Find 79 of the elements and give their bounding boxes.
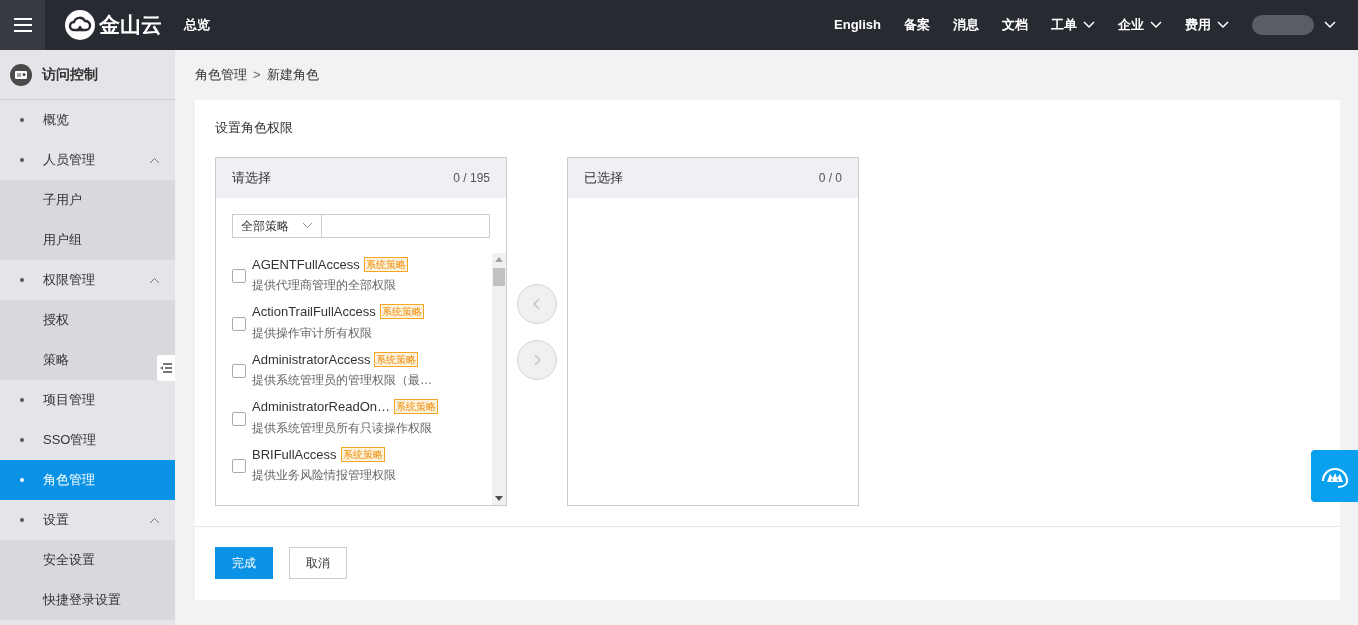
scroll-up-icon[interactable] [495,256,503,262]
sidebar-item[interactable]: 设置 [0,500,175,540]
panel-title: 请选择 [232,168,271,187]
policy-tag: 系统策略 [363,256,408,272]
policy-name: BRIFullAccess [252,445,337,464]
chevron-down-icon [1083,21,1095,29]
sidebar-subitem[interactable]: 快捷登录设置 [0,580,175,620]
sidebar-item[interactable]: 项目管理 [0,380,175,420]
checkbox[interactable] [232,459,246,474]
policy-name: AGENTFullAccess [252,255,360,274]
filter-dropdown[interactable]: 全部策略 [232,213,322,238]
checkbox[interactable] [232,364,246,379]
search-field[interactable] [322,213,490,238]
logo-text: 金山云 [99,12,162,39]
policy-tag: 系统策略 [374,351,419,367]
breadcrumb-link[interactable]: 角色管理 [195,65,247,85]
checkbox[interactable] [232,269,246,284]
nav-link[interactable]: 企业 [1118,15,1162,35]
collapse-sidebar-button[interactable] [157,355,175,381]
nav-link[interactable]: English [834,15,881,35]
policy-tag: 系统策略 [394,399,438,415]
bullet-icon [20,438,24,442]
scrollbar-thumb[interactable] [493,267,505,286]
bullet-icon [20,478,24,482]
panel-count: 0 / 195 [453,169,490,187]
breadcrumb-current: 新建角色 [266,66,319,85]
policy-name: AdministratorAccess [252,350,371,369]
checkbox[interactable] [232,411,246,426]
bullet-icon [20,518,24,522]
policy-name: AdministratorReadOn… [252,398,390,416]
menu-icon [13,18,32,32]
id-card-icon [10,63,32,86]
panel-title: 已选择 [584,168,623,187]
policy-tag: 系统策略 [379,304,424,320]
move-right-button[interactable] [517,339,557,380]
support-button[interactable] [1311,450,1358,502]
policy-tag: 系统策略 [340,446,385,462]
panel-count: 0 / 0 [818,169,842,187]
account-avatar[interactable] [1252,15,1314,35]
scroll-down-icon[interactable] [495,495,503,501]
cancel-button[interactable]: 取消 [289,547,347,579]
policy-name: ActionTrailFullAccess [252,303,376,321]
sidebar-item[interactable]: 权限管理 [0,260,175,300]
nav-link[interactable]: 消息 [953,15,979,35]
checkbox[interactable] [232,316,246,331]
cloud-logo-icon [65,10,95,40]
bullet-icon [20,118,24,122]
nav-link[interactable]: 文档 [1002,15,1028,35]
sidebar-subitem[interactable]: 用户组 [0,220,175,260]
sidebar-subitem[interactable]: 策略 [0,340,175,380]
policy-description: 提供操作审计所有权限 [252,324,373,342]
sidebar-item[interactable]: 人员管理 [0,140,175,180]
sidebar-subitem[interactable]: 授权 [0,300,175,340]
collapse-icon [160,363,172,373]
sidebar-item[interactable]: SSO管理 [0,420,175,460]
chevron-down-icon [1324,21,1336,29]
sidebar-subitem[interactable]: 子用户 [0,180,175,220]
scrollbar[interactable] [492,252,506,505]
policy-description: 提供系统管理员的管理权限（最… [252,372,432,389]
sidebar-title: 访问控制 [42,65,98,84]
nav-link[interactable]: 工单 [1051,15,1095,35]
chevron-down-icon [1150,21,1162,29]
section-title: 设置角色权限 [215,119,294,137]
bullet-icon [20,278,24,282]
nav-link[interactable]: 备案 [904,15,930,35]
sidebar-item[interactable]: 概览 [0,100,175,140]
chevron-down-icon [302,222,313,229]
chevron-down-icon [1217,21,1229,29]
move-left-button[interactable] [517,283,557,324]
breadcrumb-separator: > [253,66,261,85]
policy-description: 提供代理商管理的全部权限 [252,277,397,294]
sidebar-subitem[interactable]: 安全设置 [0,540,175,580]
nav-link[interactable]: 总览 [184,15,210,35]
bullet-icon [20,158,24,162]
menu-button[interactable] [0,0,45,50]
policy-description: 提供系统管理员所有只读操作权限 [252,419,433,437]
nav-link[interactable]: 费用 [1185,15,1229,35]
bullet-icon [20,398,24,402]
policy-description: 提供业务风险情报管理权限 [252,467,396,484]
